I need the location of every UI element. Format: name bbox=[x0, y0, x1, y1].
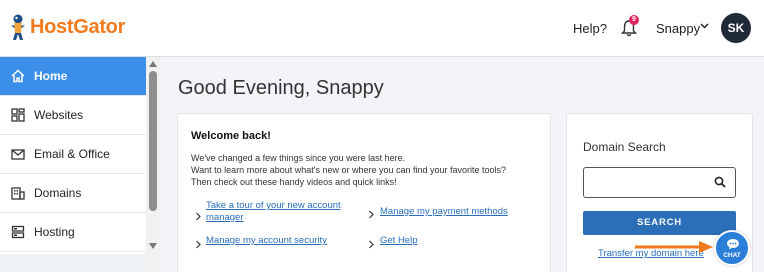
top-bar: HostGator Help? 9 Snappy SK bbox=[0, 0, 764, 57]
sidebar: Home Websites Email & Office Domains Hos… bbox=[0, 57, 160, 272]
sidebar-item-domains[interactable]: Domains bbox=[0, 174, 146, 213]
notification-badge: 9 bbox=[629, 15, 639, 25]
welcome-text: We've changed a few things since you wer… bbox=[191, 152, 546, 188]
sidebar-item-home[interactable]: Home bbox=[0, 57, 146, 96]
envelope-icon bbox=[11, 149, 25, 160]
chevron-right-icon bbox=[369, 240, 374, 249]
server-icon bbox=[11, 225, 25, 239]
avatar[interactable]: SK bbox=[721, 13, 751, 43]
sidebar-item-partial[interactable] bbox=[0, 254, 146, 272]
help-link[interactable]: Help? bbox=[573, 21, 607, 36]
sidebar-item-websites[interactable]: Websites bbox=[0, 96, 146, 135]
websites-icon bbox=[11, 108, 25, 122]
payment-methods-link[interactable]: Manage my payment methods bbox=[380, 206, 508, 218]
sidebar-scrollbar[interactable] bbox=[146, 57, 160, 272]
sidebar-item-label: Domains bbox=[34, 186, 82, 200]
sidebar-item-label: Websites bbox=[34, 108, 84, 122]
scrollbar-thumb[interactable] bbox=[149, 71, 157, 211]
scroll-down-icon[interactable] bbox=[149, 243, 157, 249]
building-icon bbox=[11, 187, 25, 200]
user-menu-name[interactable]: Snappy bbox=[656, 21, 700, 36]
account-security-link[interactable]: Manage my account security bbox=[206, 235, 327, 247]
get-help-link[interactable]: Get Help bbox=[380, 235, 418, 247]
scroll-up-icon[interactable] bbox=[149, 61, 157, 67]
chevron-right-icon bbox=[196, 240, 201, 249]
welcome-line: Want to learn more about what's new or w… bbox=[191, 165, 507, 175]
home-icon bbox=[11, 69, 25, 83]
chevron-down-icon[interactable] bbox=[700, 21, 709, 30]
tour-link-line: Take a tour of your new account bbox=[206, 200, 341, 211]
chevron-right-icon bbox=[196, 212, 201, 221]
pointer-arrow-icon bbox=[635, 241, 713, 253]
tour-link[interactable]: Take a tour of your new account manager bbox=[206, 200, 341, 224]
search-button[interactable]: SEARCH bbox=[583, 211, 736, 235]
sidebar-item-hosting[interactable]: Hosting bbox=[0, 213, 146, 252]
logo-text: HostGator bbox=[30, 15, 126, 38]
chevron-right-icon bbox=[369, 210, 374, 219]
sidebar-item-label: Hosting bbox=[34, 225, 75, 239]
welcome-card: Welcome back! We've changed a few things… bbox=[177, 113, 551, 272]
sidebar-item-email-office[interactable]: Email & Office bbox=[0, 135, 146, 174]
sidebar-item-label: Home bbox=[34, 69, 68, 83]
domain-search-title: Domain Search bbox=[583, 140, 666, 154]
welcome-title: Welcome back! bbox=[191, 130, 271, 142]
sidebar-item-label: Email & Office bbox=[34, 147, 110, 161]
hostgator-logo[interactable]: HostGator bbox=[8, 13, 125, 41]
chat-button[interactable]: CHAT bbox=[714, 230, 750, 266]
page-title: Good Evening, Snappy bbox=[178, 77, 384, 99]
chat-bubble-icon bbox=[727, 239, 739, 250]
chat-label: CHAT bbox=[723, 252, 741, 259]
welcome-line: We've changed a few things since you wer… bbox=[191, 153, 406, 163]
search-icon[interactable] bbox=[714, 176, 726, 188]
welcome-line: Then check out these handy videos and qu… bbox=[191, 177, 397, 187]
gator-mascot-icon bbox=[11, 14, 25, 40]
tour-link-line: manager bbox=[206, 212, 244, 223]
